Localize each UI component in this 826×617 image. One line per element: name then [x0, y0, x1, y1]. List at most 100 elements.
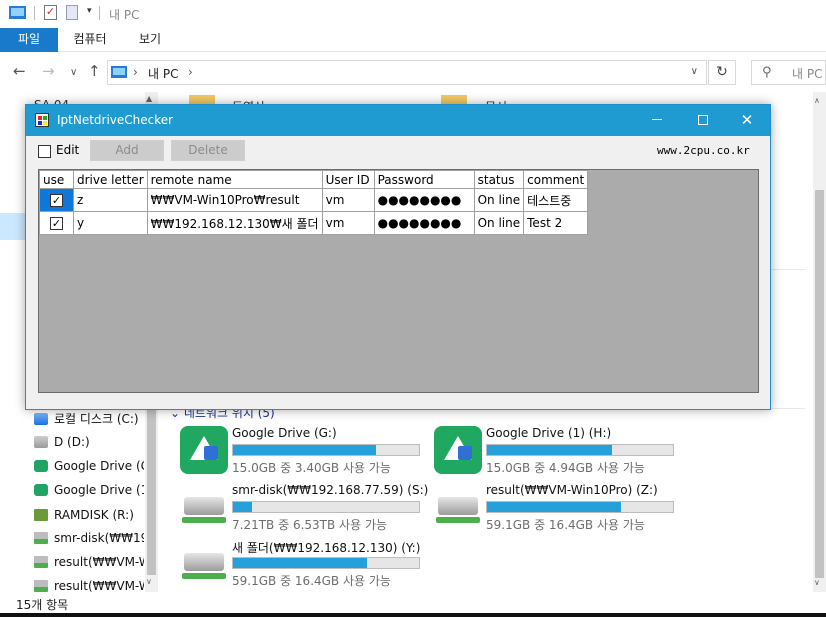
drive-free-space: 59.1GB 중 16.4GB 사용 가능: [486, 518, 645, 532]
address-bar[interactable]: › 내 PC › ∨: [107, 60, 707, 85]
sidebar-item-drive-d[interactable]: D (D:): [34, 435, 144, 455]
column-header-use[interactable]: use: [39, 170, 74, 189]
drives-grid[interactable]: use drive letter remote name User ID Pas…: [38, 169, 759, 393]
sidebar-item-google-drive-g[interactable]: Google Drive (G:): [34, 459, 144, 479]
drive-usage-fill: [487, 502, 621, 512]
drive-tile-google-drive-g[interactable]: Google Drive (G:) 15.0GB 중 3.40GB 사용 가능: [180, 426, 430, 476]
breadcrumb-chevron-icon[interactable]: ›: [133, 65, 138, 79]
minimize-button[interactable]: [634, 105, 680, 136]
sidebar-item-ramdisk[interactable]: RAMDISK (R:): [34, 508, 144, 528]
network-drive-icon: [34, 532, 48, 544]
drive-name: Google Drive (G:): [232, 426, 337, 440]
drive-usage-fill: [233, 502, 252, 512]
drive-tile-smr-disk-s[interactable]: smr-disk(₩₩192.168.77.59) (S:) 7.21TB 중 …: [180, 483, 430, 533]
column-header-password[interactable]: Password: [373, 170, 475, 189]
iptnetdrivechecker-window: IptNetdriveChecker ✕ Edit Add Delete www…: [25, 104, 771, 410]
scroll-down-arrow-icon[interactable]: ∨: [814, 578, 820, 587]
drive-free-space: 15.0GB 중 3.40GB 사용 가능: [232, 461, 391, 475]
breadcrumb-this-pc[interactable]: 내 PC: [148, 65, 178, 82]
comment-cell[interactable]: 테스트중: [523, 188, 589, 212]
properties-icon[interactable]: ✓: [44, 5, 57, 20]
drive-name: result(₩₩VM-Win10Pro) (Z:): [486, 483, 658, 497]
pc-icon: [111, 66, 127, 78]
sidebar-item-google-drive-1[interactable]: Google Drive (1:): [34, 483, 144, 503]
user-id-cell[interactable]: vm: [321, 188, 375, 212]
pc-icon: [9, 6, 26, 19]
drive-usage-bar: [232, 444, 420, 456]
google-drive-icon: [180, 426, 228, 474]
column-header-drive-letter[interactable]: drive letter: [73, 170, 148, 189]
sidebar-item-label: RAMDISK (R:): [54, 508, 134, 522]
use-checkbox[interactable]: ✓: [50, 217, 63, 230]
website-label: www.2cpu.co.kr: [657, 144, 750, 157]
sidebar-item-label: Google Drive (G:): [54, 459, 144, 473]
table-row[interactable]: ✓ y ₩₩192.168.12.130₩새 폴더 vm ●●●●●●●● On…: [39, 211, 589, 235]
recent-locations-chevron-icon[interactable]: ∨: [70, 67, 77, 78]
column-header-user-id[interactable]: User ID: [321, 170, 375, 189]
sidebar-item-label: result(₩₩VM-W: [54, 579, 144, 593]
dialog-title: IptNetdriveChecker: [57, 113, 174, 127]
drive-tile-new-folder-y[interactable]: 새 폴더(₩₩192.168.12.130) (Y:) 59.1GB 중 16.…: [180, 539, 430, 589]
drive-usage-bar: [486, 444, 674, 456]
status-cell[interactable]: On line: [473, 211, 525, 235]
drive-name: smr-disk(₩₩192.168.77.59) (S:): [232, 483, 429, 497]
password-cell[interactable]: ●●●●●●●●: [373, 211, 475, 235]
content-scrollbar-thumb[interactable]: [815, 190, 824, 578]
remote-name-cell[interactable]: ₩₩VM-Win10Pro₩result: [146, 188, 323, 212]
column-header-status[interactable]: status: [473, 170, 525, 189]
tab-file[interactable]: 파일: [0, 28, 58, 52]
scroll-up-arrow-icon[interactable]: ▲: [146, 94, 152, 103]
close-button[interactable]: ✕: [724, 105, 770, 136]
edit-label[interactable]: Edit: [56, 143, 79, 157]
edit-checkbox[interactable]: [38, 145, 51, 158]
drive-letter-cell[interactable]: y: [73, 211, 148, 235]
maximize-button[interactable]: [680, 105, 726, 136]
drive-letter-cell[interactable]: z: [73, 188, 148, 212]
tab-computer[interactable]: 컴퓨터: [72, 28, 108, 52]
table-header-row: use drive letter remote name User ID Pas…: [39, 170, 589, 189]
scroll-down-arrow-icon[interactable]: ∨: [146, 577, 152, 586]
customize-quick-access-icon[interactable]: ▾: [87, 6, 92, 22]
breadcrumb-chevron-icon[interactable]: ›: [188, 65, 193, 79]
sidebar-selection: [0, 213, 26, 240]
column-header-comment[interactable]: comment: [523, 170, 589, 189]
windows-drive-icon: [34, 413, 48, 425]
use-checkbox[interactable]: ✓: [50, 194, 63, 207]
table-row[interactable]: ✓ z ₩₩VM-Win10Pro₩result vm ●●●●●●●● On …: [39, 188, 589, 212]
sidebar-item-local-disk-c[interactable]: 로컬 디스크 (C:): [34, 410, 144, 430]
delete-button[interactable]: Delete: [171, 140, 245, 161]
password-cell[interactable]: ●●●●●●●●: [373, 188, 475, 212]
dialog-titlebar[interactable]: IptNetdriveChecker ✕: [26, 105, 770, 136]
search-box[interactable]: ⚲ 내 PC: [751, 60, 826, 85]
minimize-icon: [652, 119, 662, 120]
network-drive-icon: [180, 493, 228, 529]
network-drive-icon: [34, 556, 48, 568]
drive-icon: [34, 436, 48, 448]
drive-tile-google-drive-h[interactable]: Google Drive (1) (H:) 15.0GB 중 4.94GB 사용…: [434, 426, 684, 476]
address-dropdown-chevron-icon[interactable]: ∨: [691, 66, 698, 77]
back-arrow-icon[interactable]: ←: [13, 62, 26, 80]
use-cell[interactable]: ✓: [39, 188, 74, 212]
add-button[interactable]: Add: [90, 140, 164, 161]
sidebar-item-result-1[interactable]: result(₩₩VM-W: [34, 555, 144, 575]
remote-name-cell[interactable]: ₩₩192.168.12.130₩새 폴더: [146, 211, 323, 235]
status-cell[interactable]: On line: [473, 188, 525, 212]
new-folder-icon[interactable]: [66, 5, 78, 20]
drive-usage-bar: [232, 501, 420, 513]
comment-cell[interactable]: Test 2: [523, 211, 589, 235]
user-id-cell[interactable]: vm: [321, 211, 375, 235]
column-header-remote-name[interactable]: remote name: [146, 170, 323, 189]
item-count: 15개 항목: [16, 598, 69, 612]
refresh-button[interactable]: ↻: [708, 60, 736, 85]
scroll-up-arrow-icon[interactable]: ∧: [814, 96, 820, 105]
google-drive-icon: [434, 426, 482, 474]
tab-view[interactable]: 보기: [138, 28, 162, 52]
forward-arrow-icon[interactable]: →: [42, 62, 55, 80]
drive-tile-result-z[interactable]: result(₩₩VM-Win10Pro) (Z:) 59.1GB 중 16.4…: [434, 483, 684, 533]
explorer-titlebar: ✓ ▾ 내 PC: [0, 0, 826, 28]
drive-free-space: 7.21TB 중 6.53TB 사용 가능: [232, 518, 388, 532]
sidebar-scrollbar-thumb[interactable]: [147, 410, 156, 575]
sidebar-item-smr-disk[interactable]: smr-disk(₩₩192: [34, 531, 144, 551]
up-arrow-icon[interactable]: ↑: [88, 62, 101, 80]
use-cell[interactable]: ✓: [39, 211, 74, 235]
